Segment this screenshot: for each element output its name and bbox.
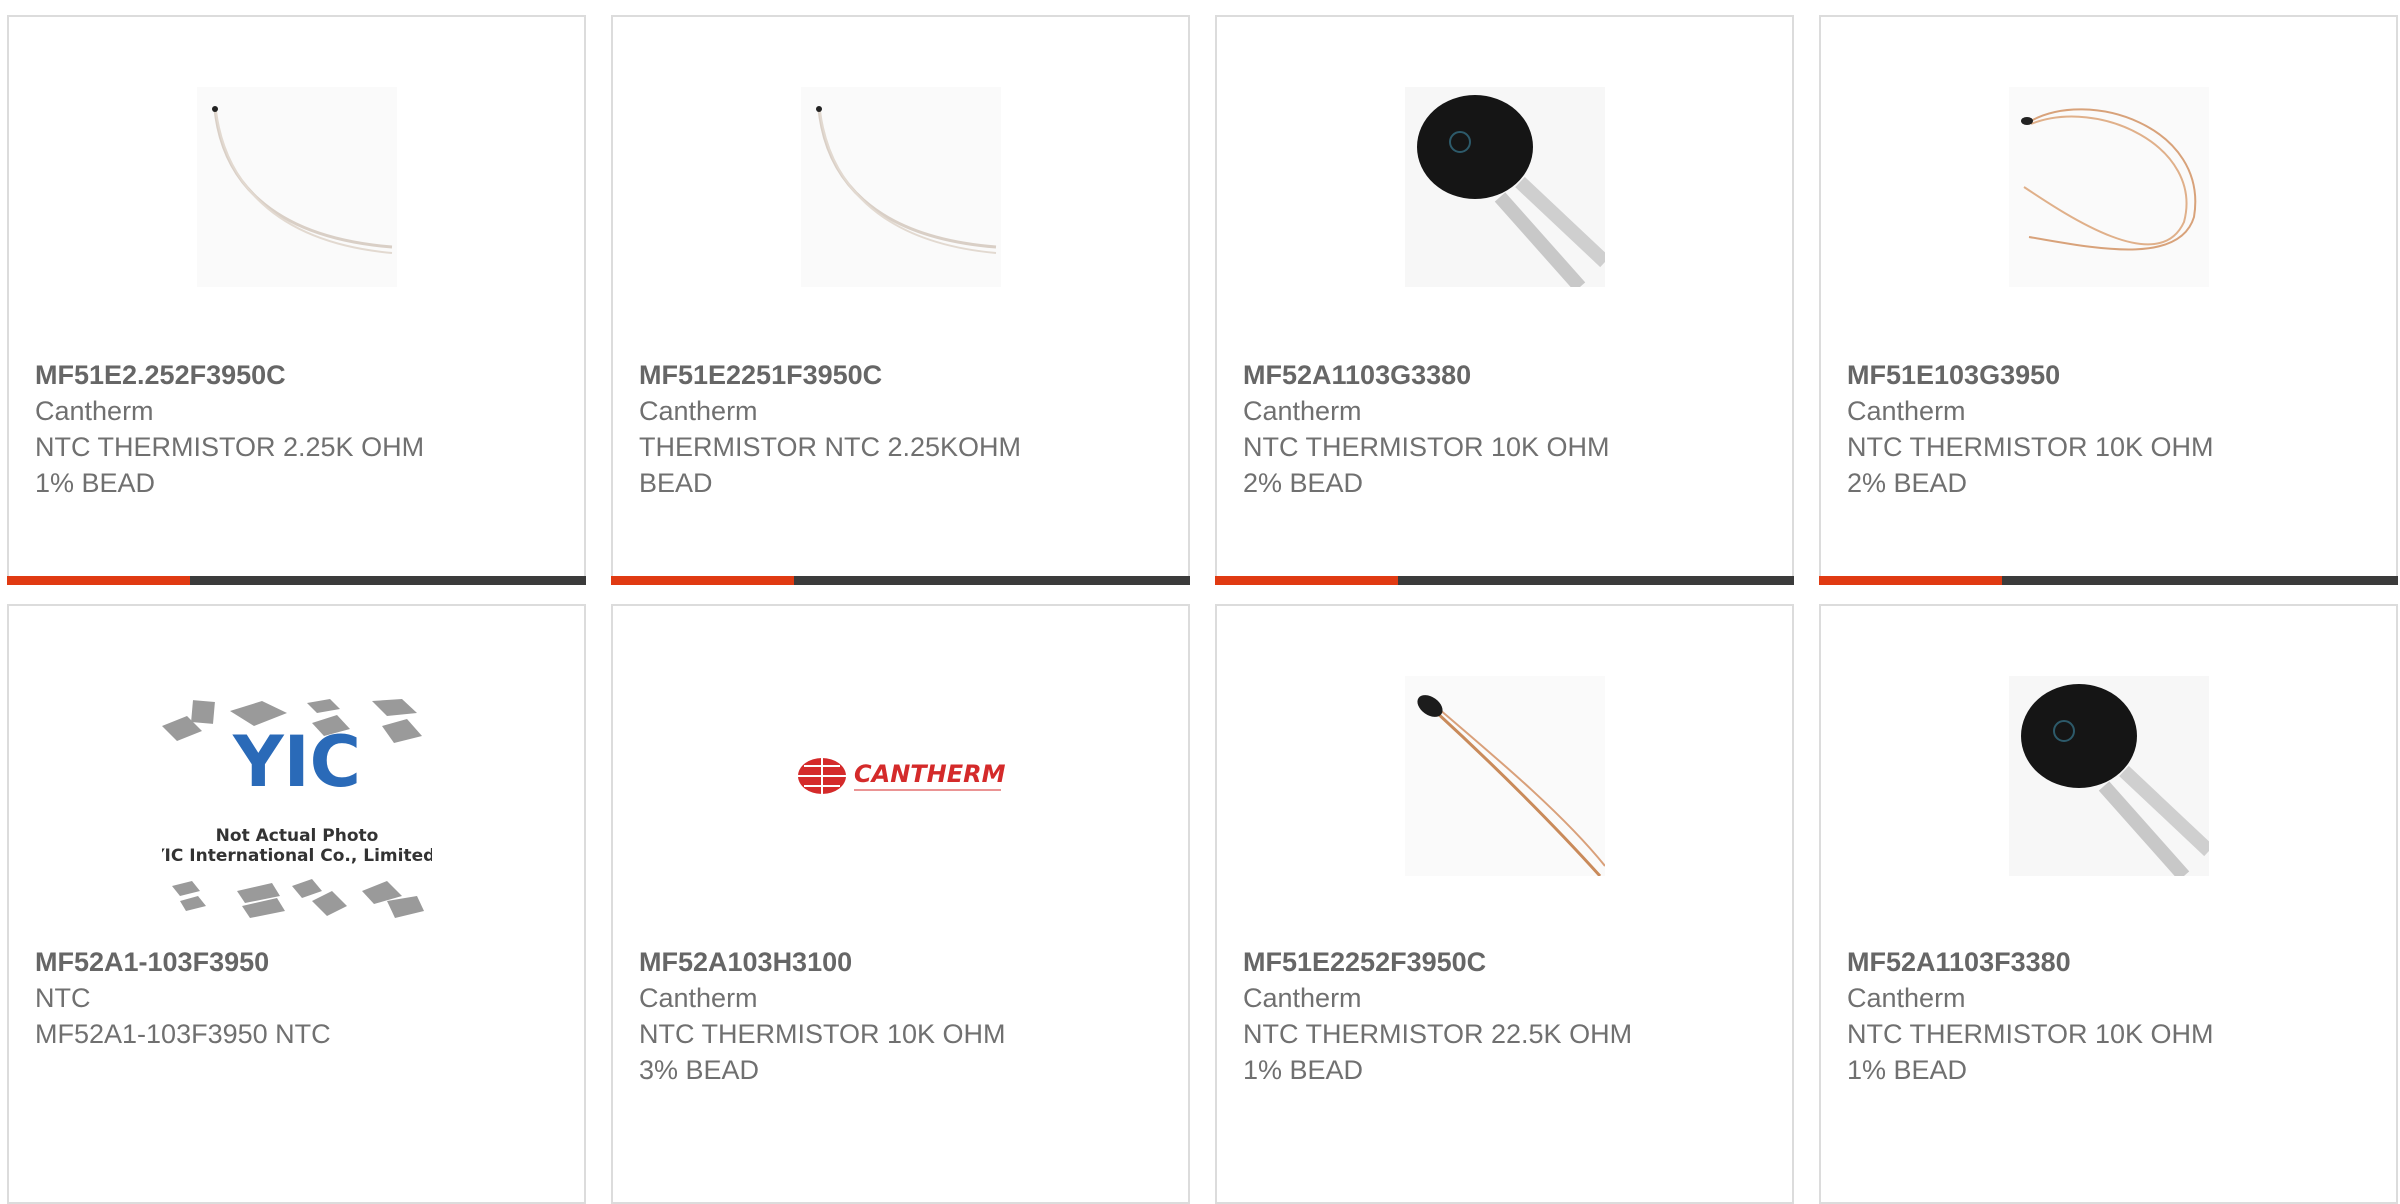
description-line: THERMISTOR NTC 2.25KOHM [639,432,1022,462]
product-image[interactable] [196,87,397,287]
description-line: 2% BEAD [1847,468,1968,498]
part-number[interactable]: MF51E2252F3950C [1243,944,1772,980]
description-line: NTC THERMISTOR 10K OHM [639,1019,1006,1049]
cantherm-logo: CANTHERM [854,760,1006,788]
part-number[interactable]: MF52A1103G3380 [1243,357,1772,393]
description-line: 1% BEAD [1243,1055,1364,1085]
manufacturer: Cantherm [1847,396,1966,426]
product-image[interactable] [1404,87,1605,287]
accent-bar [7,576,190,585]
description-line: MF52A1-103F3950 NTC [35,1019,331,1049]
part-number[interactable]: MF52A1-103F3950 [35,944,564,980]
manufacturer: NTC [35,983,91,1013]
manufacturer: Cantherm [35,396,154,426]
card-footer-bar [611,576,1190,585]
product-card[interactable]: CANTHERM MF52A103H3100 Cantherm NTC THER… [611,604,1190,1204]
card-footer-bar [1819,576,2398,585]
product-card[interactable]: MF52A1103G3380 Cantherm NTC THERMISTOR 1… [1215,15,1794,585]
manufacturer: Cantherm [1243,983,1362,1013]
manufacturer: Cantherm [639,396,758,426]
product-image[interactable]: CANTHERM [796,746,1006,806]
product-card[interactable]: MF51E2.252F3950C Cantherm NTC THERMISTOR… [7,15,586,585]
accent-bar [611,576,794,585]
description-line: 3% BEAD [639,1055,760,1085]
description-line: 1% BEAD [1847,1055,1968,1085]
svg-text:YIC: YIC [231,721,360,803]
part-number[interactable]: MF51E103G3950 [1847,357,2376,393]
description-line: NTC THERMISTOR 10K OHM [1847,432,2214,462]
accent-bar [1215,576,1398,585]
product-image[interactable] [1404,676,1605,876]
description-line: BEAD [639,468,713,498]
product-image[interactable] [2008,676,2209,876]
product-image[interactable]: YIC Not Actual Photo YIC International C… [161,691,432,931]
product-card[interactable]: YIC Not Actual Photo YIC International C… [7,604,586,1204]
description-line: NTC THERMISTOR 10K OHM [1243,432,1610,462]
product-card[interactable]: MF51E2252F3950C Cantherm NTC THERMISTOR … [1215,604,1794,1204]
card-footer-bar [1215,576,1794,585]
description-line: 1% BEAD [35,468,156,498]
accent-bar [1819,576,2002,585]
description-line: NTC THERMISTOR 10K OHM [1847,1019,2214,1049]
description-line: 2% BEAD [1243,468,1364,498]
product-card[interactable]: MF51E103G3950 Cantherm NTC THERMISTOR 10… [1819,15,2398,585]
part-number[interactable]: MF52A1103F3380 [1847,944,2376,980]
product-card[interactable]: MF51E2251F3950C Cantherm THERMISTOR NTC … [611,15,1190,585]
card-footer-bar [7,576,586,585]
manufacturer: Cantherm [639,983,758,1013]
placeholder-caption: Not Actual Photo [215,826,378,846]
product-card[interactable]: MF52A1103F3380 Cantherm NTC THERMISTOR 1… [1819,604,2398,1204]
part-number[interactable]: MF51E2.252F3950C [35,357,564,393]
part-number[interactable]: MF52A103H3100 [639,944,1168,980]
description-line: NTC THERMISTOR 22.5K OHM [1243,1019,1633,1049]
product-image[interactable] [2008,87,2209,287]
description-line: NTC THERMISTOR 2.25K OHM [35,432,425,462]
part-number[interactable]: MF51E2251F3950C [639,357,1168,393]
product-image[interactable] [800,87,1001,287]
manufacturer: Cantherm [1243,396,1362,426]
placeholder-caption: YIC International Co., Limited. [162,846,432,866]
manufacturer: Cantherm [1847,983,1966,1013]
